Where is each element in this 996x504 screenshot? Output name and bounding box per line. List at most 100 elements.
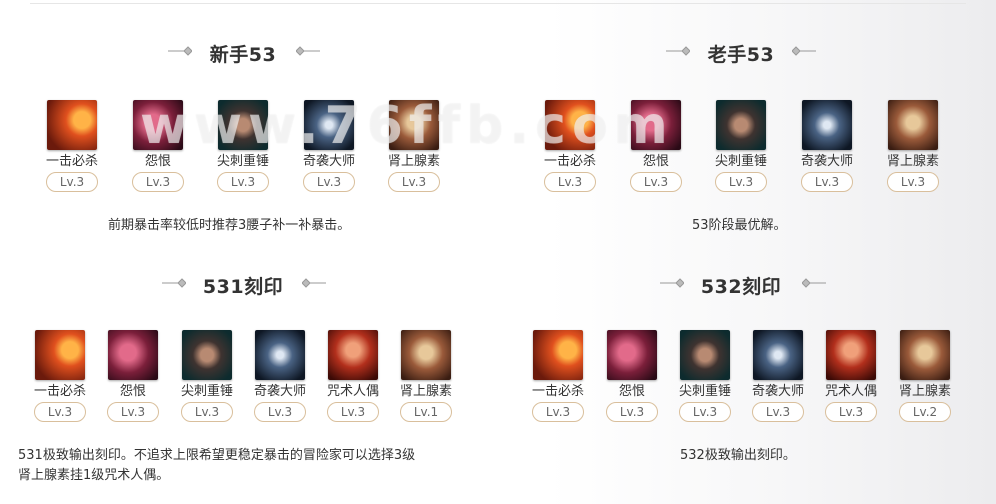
skill-level-badge: Lv.3 bbox=[388, 172, 440, 192]
spiked-mace-icon bbox=[680, 330, 730, 380]
skill-card[interactable]: 一击必杀 Lv.3 bbox=[36, 100, 108, 192]
adrenaline-icon bbox=[900, 330, 950, 380]
skill-card[interactable]: 怨恨 Lv.3 bbox=[620, 100, 692, 192]
grudge-demon-icon bbox=[607, 330, 657, 380]
skill-level-badge: Lv.3 bbox=[46, 172, 98, 192]
skill-name: 尖刺重锤 bbox=[678, 384, 731, 399]
skill-name: 一击必杀 bbox=[45, 154, 98, 169]
skill-card[interactable]: 尖刺重锤 Lv.3 bbox=[207, 100, 279, 192]
skill-card[interactable]: 奇袭大师 Lv.3 bbox=[293, 100, 365, 192]
skill-name: 尖刺重锤 bbox=[180, 384, 233, 399]
skill-name: 尖刺重锤 bbox=[714, 154, 767, 169]
skill-card[interactable]: 怨恨 Lv.3 bbox=[122, 100, 194, 192]
adrenaline-icon bbox=[401, 330, 451, 380]
skill-level-badge: Lv.3 bbox=[679, 402, 731, 422]
skill-level-badge: Lv.3 bbox=[801, 172, 853, 192]
section-engraving-532: 532刻印 一击必杀 Lv.3 怨恨 Lv.3 尖刺重锤 Lv.3 奇袭大师 L… bbox=[496, 250, 996, 504]
skill-level-badge: Lv.3 bbox=[217, 172, 269, 192]
skill-name: 奇袭大师 bbox=[253, 384, 306, 399]
skill-level-badge: Lv.2 bbox=[899, 402, 951, 422]
grudge-demon-icon bbox=[631, 100, 681, 150]
ambush-master-icon bbox=[255, 330, 305, 380]
skill-card[interactable]: 怨恨 Lv.3 bbox=[596, 330, 668, 422]
skill-name: 怨恨 bbox=[642, 154, 669, 169]
skill-card[interactable]: 肾上腺素 Lv.3 bbox=[378, 100, 450, 192]
ornament-right-icon bbox=[792, 46, 816, 56]
skill-level-badge: Lv.3 bbox=[132, 172, 184, 192]
skill-card[interactable]: 奇袭大师 Lv.3 bbox=[742, 330, 814, 422]
skill-level-badge: Lv.3 bbox=[715, 172, 767, 192]
skill-level-badge: Lv.3 bbox=[327, 402, 379, 422]
spiked-mace-icon bbox=[716, 100, 766, 150]
section-engraving-531: 531刻印 一击必杀 Lv.3 怨恨 Lv.3 尖刺重锤 Lv.3 奇袭大师 L… bbox=[0, 250, 496, 504]
skill-level-badge: Lv.3 bbox=[181, 402, 233, 422]
fist-strike-icon bbox=[35, 330, 85, 380]
skill-level-badge: Lv.3 bbox=[34, 402, 86, 422]
grudge-demon-icon bbox=[133, 100, 183, 150]
skill-card[interactable]: 一击必杀 Lv.3 bbox=[522, 330, 594, 422]
skill-card[interactable]: 咒术人偶 Lv.3 bbox=[317, 330, 389, 422]
skill-card[interactable]: 尖刺重锤 Lv.3 bbox=[669, 330, 741, 422]
skill-name: 一击必杀 bbox=[543, 154, 596, 169]
ornament-right-icon bbox=[802, 278, 826, 288]
section-note: 531极致输出刻印。不追求上限希望更稳定暴击的冒险家可以选择3级 肾上腺素挂1级… bbox=[18, 446, 488, 486]
spiked-mace-icon bbox=[182, 330, 232, 380]
skill-card[interactable]: 肾上腺素 Lv.3 bbox=[877, 100, 949, 192]
section-title: 532刻印 bbox=[700, 276, 782, 298]
skill-name: 咒术人偶 bbox=[824, 384, 877, 399]
skill-level-badge: Lv.1 bbox=[400, 402, 452, 422]
section-novice-53: 新手53 一击必杀 Lv.3 怨恨 Lv.3 尖刺重锤 Lv.3 奇袭大师 Lv… bbox=[0, 0, 490, 250]
skill-name: 一击必杀 bbox=[531, 384, 584, 399]
skill-name: 一击必杀 bbox=[33, 384, 86, 399]
skill-card[interactable]: 奇袭大师 Lv.3 bbox=[244, 330, 316, 422]
cursed-doll-icon bbox=[826, 330, 876, 380]
skill-name: 尖刺重锤 bbox=[216, 154, 269, 169]
skill-card[interactable]: 一击必杀 Lv.3 bbox=[534, 100, 606, 192]
skill-name: 奇袭大师 bbox=[800, 154, 853, 169]
section-note: 532极致输出刻印。 bbox=[680, 448, 796, 463]
skill-name: 肾上腺素 bbox=[898, 384, 951, 399]
skill-name: 怨恨 bbox=[119, 384, 146, 399]
ornament-right-icon bbox=[302, 278, 326, 288]
ambush-master-icon bbox=[304, 100, 354, 150]
skill-name: 肾上腺素 bbox=[387, 154, 440, 169]
skill-card[interactable]: 奇袭大师 Lv.3 bbox=[791, 100, 863, 192]
skill-card[interactable]: 怨恨 Lv.3 bbox=[97, 330, 169, 422]
section-title: 新手53 bbox=[209, 44, 277, 66]
cursed-doll-icon bbox=[328, 330, 378, 380]
skill-level-badge: Lv.3 bbox=[752, 402, 804, 422]
ambush-master-icon bbox=[802, 100, 852, 150]
section-title: 531刻印 bbox=[202, 276, 284, 298]
fist-strike-icon bbox=[545, 100, 595, 150]
skill-card[interactable]: 尖刺重锤 Lv.3 bbox=[705, 100, 777, 192]
skill-level-badge: Lv.3 bbox=[254, 402, 306, 422]
skill-level-badge: Lv.3 bbox=[825, 402, 877, 422]
skill-name: 怨恨 bbox=[144, 154, 171, 169]
section-veteran-53: 老手53 一击必杀 Lv.3 怨恨 Lv.3 尖刺重锤 Lv.3 奇袭大师 Lv… bbox=[496, 0, 996, 250]
section-note: 前期暴击率较低时推荐3腰子补一补暴击。 bbox=[108, 218, 351, 233]
spiked-mace-icon bbox=[218, 100, 268, 150]
fist-strike-icon bbox=[533, 330, 583, 380]
skill-level-badge: Lv.3 bbox=[532, 402, 584, 422]
adrenaline-icon bbox=[888, 100, 938, 150]
section-note: 53阶段最优解。 bbox=[692, 218, 787, 233]
skill-name: 奇袭大师 bbox=[302, 154, 355, 169]
skill-name: 怨恨 bbox=[618, 384, 645, 399]
skill-card[interactable]: 咒术人偶 Lv.3 bbox=[815, 330, 887, 422]
skill-level-badge: Lv.3 bbox=[303, 172, 355, 192]
section-note-line: 531极致输出刻印。不追求上限希望更稳定暴击的冒险家可以选择3级 bbox=[18, 448, 416, 463]
adrenaline-icon bbox=[389, 100, 439, 150]
fist-strike-icon bbox=[47, 100, 97, 150]
section-note-line: 肾上腺素挂1级咒术人偶。 bbox=[18, 468, 170, 483]
ambush-master-icon bbox=[753, 330, 803, 380]
skill-name: 肾上腺素 bbox=[886, 154, 939, 169]
skill-card[interactable]: 尖刺重锤 Lv.3 bbox=[171, 330, 243, 422]
skill-level-badge: Lv.3 bbox=[887, 172, 939, 192]
skill-level-badge: Lv.3 bbox=[544, 172, 596, 192]
skill-name: 肾上腺素 bbox=[399, 384, 452, 399]
skill-card[interactable]: 肾上腺素 Lv.2 bbox=[889, 330, 961, 422]
skill-card[interactable]: 肾上腺素 Lv.1 bbox=[390, 330, 462, 422]
grudge-demon-icon bbox=[108, 330, 158, 380]
skill-card[interactable]: 一击必杀 Lv.3 bbox=[24, 330, 96, 422]
skill-level-badge: Lv.3 bbox=[107, 402, 159, 422]
